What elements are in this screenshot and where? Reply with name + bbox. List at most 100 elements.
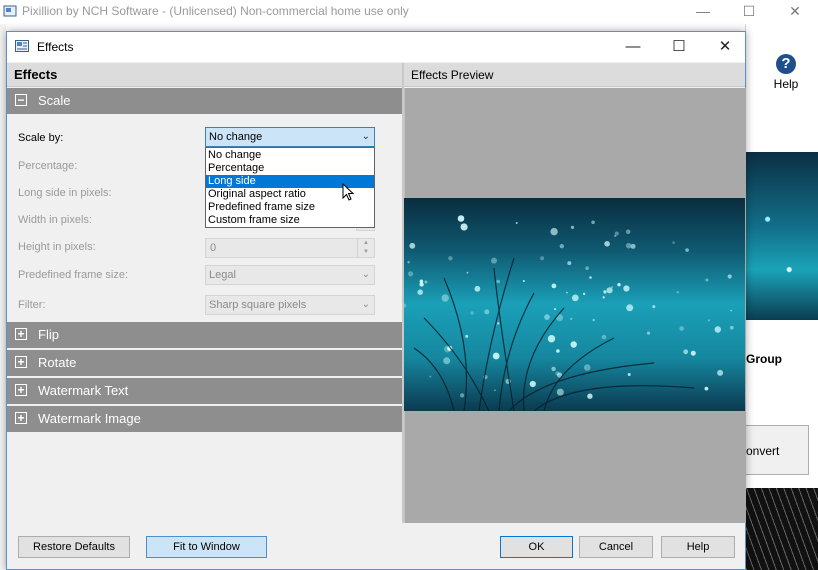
section-flip-label: Flip <box>38 327 59 342</box>
bokeh-dot <box>604 241 610 247</box>
bokeh-dot <box>470 311 474 315</box>
bokeh-dot <box>417 289 423 295</box>
bokeh-dot <box>494 389 496 391</box>
bokeh-dot <box>409 242 416 249</box>
restore-defaults-button[interactable]: Restore Defaults <box>18 536 130 558</box>
bokeh-dot <box>484 309 490 315</box>
expand-icon: + <box>15 356 27 368</box>
bokeh-dot <box>559 244 564 249</box>
bokeh-dot <box>730 325 734 330</box>
filter-select[interactable]: Sharp square pixels ⌄ <box>205 295 375 315</box>
cancel-button[interactable]: Cancel <box>579 536 653 558</box>
help-button[interactable]: Help <box>661 536 735 558</box>
bokeh-dot <box>556 349 560 353</box>
scale-by-select[interactable]: No change ⌄ <box>205 127 375 147</box>
bokeh-dot <box>551 283 557 289</box>
main-help-label: Help <box>773 77 799 91</box>
main-image-thumbnail-2[interactable] <box>746 488 818 570</box>
bokeh-dot <box>457 215 465 222</box>
predefined-frame-value: Legal <box>209 269 236 281</box>
bokeh-dot <box>603 290 607 294</box>
section-rotate[interactable]: + Rotate <box>7 350 402 376</box>
bokeh-dot <box>407 261 410 264</box>
filter-value: Sharp square pixels <box>209 299 307 311</box>
pixillion-app-icon <box>3 5 17 17</box>
bokeh-dot <box>627 373 631 376</box>
bokeh-dot <box>547 335 556 343</box>
main-maximize-button[interactable]: ☐ <box>726 0 772 24</box>
dialog-minimize-button[interactable]: — <box>612 32 654 62</box>
effects-dialog: Effects — ☐ ✕ Effects − Scale Scale by: … <box>6 31 746 570</box>
bokeh-dot <box>544 314 550 320</box>
main-image-thumbnail[interactable] <box>746 152 818 320</box>
main-close-button[interactable]: ✕ <box>772 0 818 24</box>
bokeh-dot <box>497 322 500 325</box>
section-watermark-text-label: Watermark Text <box>38 383 129 398</box>
section-watermark-image[interactable]: + Watermark Image <box>7 406 402 432</box>
bokeh-dot <box>679 326 685 331</box>
dialog-close-button[interactable]: ✕ <box>704 32 746 62</box>
bokeh-dot <box>602 296 605 299</box>
bokeh-dot <box>690 350 696 356</box>
bokeh-dot <box>551 366 556 372</box>
bokeh-dot <box>550 227 558 236</box>
dialog-maximize-button[interactable]: ☐ <box>658 32 700 62</box>
height-input[interactable]: 0 ▲ ▼ <box>205 238 375 258</box>
bokeh-dot <box>625 229 631 235</box>
scale-option[interactable]: Custom frame size <box>206 214 374 227</box>
effects-dialog-icon <box>15 40 29 52</box>
bokeh-dot <box>614 234 617 237</box>
bokeh-dot <box>466 271 469 274</box>
height-value: 0 <box>210 242 217 254</box>
help-icon: ? <box>776 54 796 74</box>
scale-option[interactable]: No change <box>206 149 374 162</box>
predefined-frame-select[interactable]: Legal ⌄ <box>205 265 375 285</box>
bokeh-dot <box>705 278 709 282</box>
dialog-title: Effects <box>37 40 74 54</box>
bokeh-dot <box>727 274 732 279</box>
main-minimize-button[interactable]: — <box>680 0 726 24</box>
bokeh-dot <box>591 220 595 225</box>
bokeh-dot <box>529 380 536 388</box>
height-label: Height in pixels: <box>18 241 96 253</box>
section-rotate-label: Rotate <box>38 355 77 370</box>
long-side-label: Long side in pixels: <box>18 187 112 199</box>
bokeh-dot <box>465 334 469 338</box>
expand-icon: + <box>15 412 27 424</box>
bokeh-dot <box>685 248 689 252</box>
section-flip[interactable]: + Flip <box>7 322 402 348</box>
bokeh-dot <box>714 326 721 333</box>
collapse-icon: − <box>15 94 27 106</box>
bokeh-dot <box>617 283 621 287</box>
bokeh-dot <box>491 257 497 264</box>
main-help-button[interactable]: ? Help <box>760 52 812 96</box>
main-convert-button[interactable]: onvert <box>746 425 809 475</box>
section-watermark-image-label: Watermark Image <box>38 411 141 426</box>
bokeh-dot <box>611 286 614 289</box>
bokeh-dot <box>587 393 593 399</box>
bokeh-dot <box>683 349 689 355</box>
section-scale[interactable]: − Scale <box>7 88 402 114</box>
bokeh-dot <box>570 317 573 320</box>
bokeh-dot <box>646 331 651 335</box>
bokeh-dot <box>567 261 572 266</box>
bokeh-dot <box>555 371 560 376</box>
percentage-label: Percentage: <box>18 160 78 172</box>
section-watermark-text[interactable]: + Watermark Text <box>7 378 402 404</box>
bokeh-dot <box>672 241 675 244</box>
fit-to-window-button[interactable]: Fit to Window <box>146 536 267 558</box>
bokeh-dot <box>571 294 579 302</box>
width-label: Width in pixels: <box>18 214 92 226</box>
main-window-title: Pixillion by NCH Software - (Unlicensed)… <box>22 4 409 18</box>
bokeh-dot <box>419 279 424 284</box>
spinner-arrows-icon[interactable]: ▲ ▼ <box>357 239 374 257</box>
bokeh-dot <box>443 357 451 365</box>
ok-button[interactable]: OK <box>500 536 573 558</box>
bokeh-dot <box>448 256 453 261</box>
expand-icon: + <box>15 384 27 396</box>
bokeh-dot <box>717 369 724 376</box>
bokeh-dot <box>570 225 575 229</box>
bokeh-dot <box>570 341 577 348</box>
scale-option[interactable]: Percentage <box>206 162 374 175</box>
bokeh-dot <box>585 266 589 270</box>
